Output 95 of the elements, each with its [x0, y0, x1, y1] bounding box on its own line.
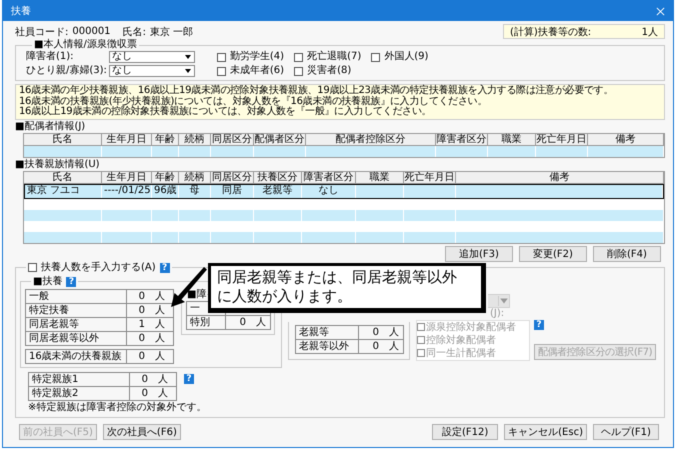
table-cell: 東京 フユコ [27, 184, 80, 196]
column-header: 配偶者区分 [254, 134, 306, 146]
table-row[interactable]: 東京 フユコ ----/01/25 96歳 母 同居 老親等 なし [24, 184, 664, 198]
checkbox[interactable] [294, 52, 304, 62]
close-icon[interactable] [656, 6, 665, 16]
computed-count-label: (計算)扶養等の数: [510, 26, 592, 38]
count-value: 0 人 [126, 348, 174, 364]
footer-button[interactable]: キャンセル(Esc) [504, 424, 587, 440]
checkbox-label: 死亡退職(7) [307, 51, 362, 63]
checkbox-label: 扶養人数を手入力する(A) [41, 262, 156, 274]
count-value: 0 人 [225, 314, 271, 330]
column-header: 年齢 [152, 134, 179, 146]
footnote-text: ※特定親族は障害者控除の対象外です。 [28, 402, 208, 414]
column-header: 配偶者控除区分 [306, 134, 436, 146]
column-header: 職業 [356, 172, 404, 184]
column-header: 生年月日 [102, 172, 152, 184]
section-title: ■配偶者情報(J) [15, 120, 86, 132]
table-cell: なし [318, 184, 338, 196]
dropdown-field[interactable]: なし [108, 65, 195, 77]
column-header: 障害者区分 [302, 172, 356, 184]
column-header: 年齢 [152, 172, 179, 184]
help-icon[interactable]: ? [66, 276, 76, 286]
column-header: 生年月日 [102, 134, 152, 146]
checkbox[interactable] [28, 263, 37, 272]
table-cell: 96歳 [154, 184, 177, 196]
column-header: 同居区分 [211, 172, 254, 184]
column-header: 同居区分 [211, 134, 254, 146]
checkbox-label: 未成年者(6) [230, 65, 284, 77]
window-title: 扶養 [11, 4, 31, 18]
column-header: 職業 [488, 134, 536, 146]
group-title: ■障 [187, 288, 206, 300]
count-value: 0 人 [358, 324, 404, 340]
checkbox-label: 勤労学生(4) [230, 51, 284, 63]
column-header: 扶養区分 [254, 172, 302, 184]
employee-code-label: 社員コード: [15, 26, 68, 38]
table-action-button[interactable]: 追加(F3) [445, 246, 513, 262]
count-value: 0 人 [129, 386, 177, 400]
count-label: 同居老親等以外 [25, 330, 127, 346]
checkbox-label: 外国人(9) [384, 51, 428, 63]
notice-text: 16歳未満の年少扶養親族、16歳以上19歳未満の控除対象扶養親族、19歳以上23歳未満の特定扶養親族を入力する際は注意が必要です。 [19, 86, 614, 96]
table-action-button[interactable]: 変更(F2) [519, 246, 587, 262]
option-label: 源泉控除対象配偶者 [426, 320, 516, 334]
column-header: 死亡年月日 [536, 134, 588, 146]
checkbox[interactable] [294, 66, 304, 76]
count-label: 特定親族2 [28, 386, 130, 400]
footer-button[interactable]: 次の社員へ(F6) [102, 424, 181, 440]
footer-button[interactable]: 設定(F12) [432, 424, 498, 440]
count-label: 16歳未満の扶養親族 [25, 348, 127, 364]
option-label: 同一生計配偶者 [426, 346, 496, 360]
checkbox-label: 災害者(8) [307, 65, 352, 77]
field-label: (J): [490, 308, 504, 320]
column-header: 氏名 [24, 134, 102, 146]
count-label: 特別 [186, 314, 226, 330]
notice-text: 16歳以上19歳未満の控除対象扶養親族については、対象人数を『一般』に入力してください。 [19, 107, 432, 118]
footer-button[interactable]: ヘルプ(F1) [593, 424, 659, 440]
employee-name-label: 氏名: [122, 26, 146, 38]
dropdown-field[interactable]: なし [108, 51, 195, 63]
computed-count-value: 1人 [642, 26, 658, 38]
group-title: ■扶養 [33, 276, 62, 288]
checkbox[interactable] [216, 52, 226, 62]
column-header: 続柄 [179, 172, 211, 184]
count-value: 0 人 [358, 338, 404, 354]
option-label: 控除対象配偶者 [426, 334, 496, 346]
column-header: 続柄 [179, 134, 211, 146]
dropdown-arrow-icon [498, 296, 509, 306]
table-cell: 同居 [222, 184, 242, 196]
checkbox[interactable] [216, 66, 226, 76]
group-title: ■本人情報/源泉徴収票 [34, 39, 137, 50]
column-header: 死亡年月日 [404, 172, 456, 184]
count-value: 0 人 [126, 330, 174, 346]
count-value: 0 人 [129, 372, 177, 386]
table-cell: 老親等 [262, 184, 292, 196]
column-header: 障害者区分 [436, 134, 488, 146]
count-label: 老親等 [295, 324, 359, 340]
column-header: 備考 [456, 172, 664, 184]
column-header: 備考 [588, 134, 664, 146]
employee-name: 東京 一郎 [150, 26, 194, 38]
section-title: ■扶養親族情報(U) [15, 158, 101, 170]
table-action-button[interactable]: 削除(F4) [593, 246, 661, 262]
column-header: 氏名 [24, 172, 102, 184]
callout-text: 同居老親等または、同居老親等以外 [217, 268, 458, 287]
checkbox[interactable] [371, 52, 380, 62]
count-label: 一般 [25, 288, 127, 304]
count-value: 0 人 [126, 288, 174, 304]
count-label: 特定親族1 [28, 372, 130, 386]
table-cell: ----/01/25 [104, 184, 151, 196]
table-row[interactable] [24, 146, 664, 156]
field-label: ひとり親/寡婦(3): [26, 65, 107, 77]
count-label: 老親等以外 [295, 338, 359, 354]
notice-text: 16歳未満の扶養親族(年少扶養親族)については、対象人数を『16歳未満の扶養親族』に入力してください。 [19, 96, 488, 106]
table-cell: 母 [190, 184, 200, 196]
field-label: 障害者(1): [26, 51, 75, 63]
help-icon[interactable]: ? [160, 262, 170, 272]
help-icon[interactable]: ? [184, 374, 194, 384]
employee-code: 000001 [72, 26, 111, 37]
